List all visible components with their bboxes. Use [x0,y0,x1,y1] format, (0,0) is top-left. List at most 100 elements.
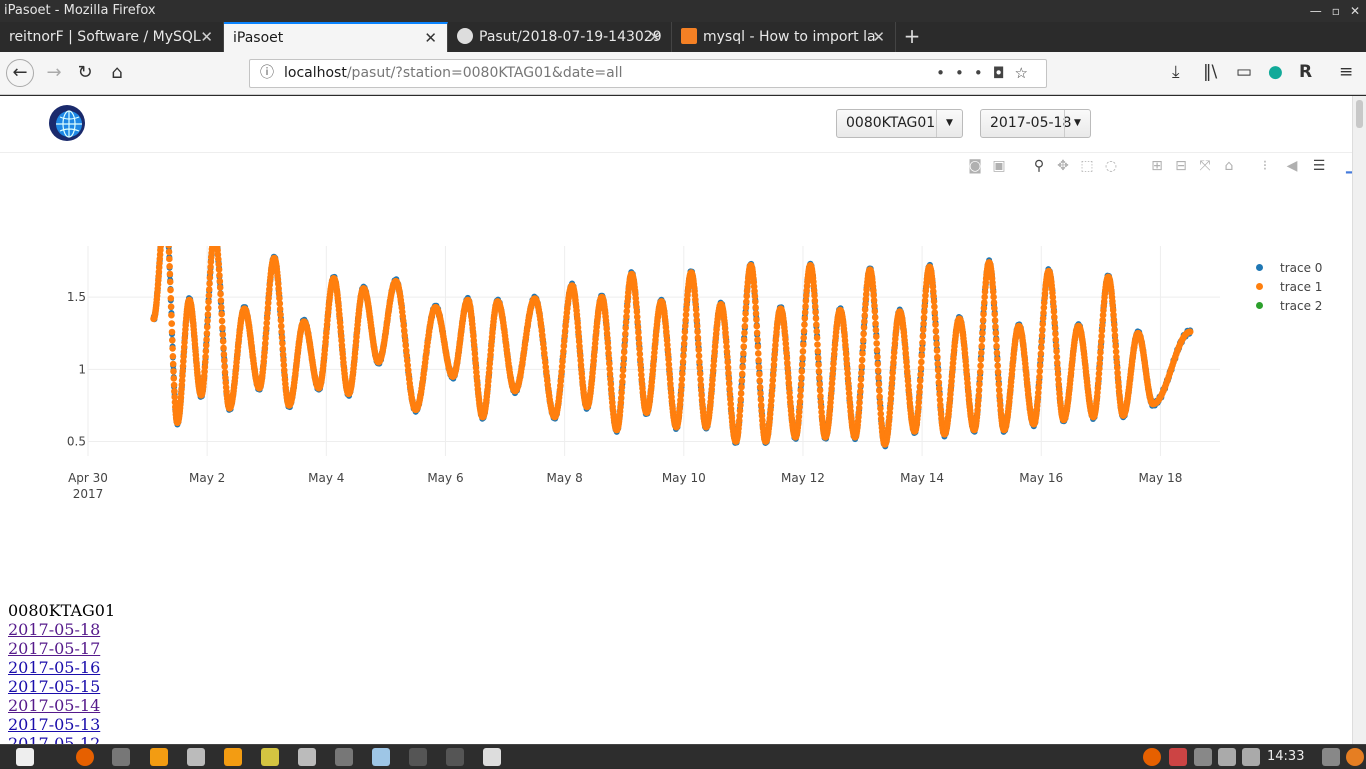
trace-1-point [797,398,804,405]
trace-1-point [936,385,943,392]
url-host: localhost [284,65,347,81]
trace-1-point [621,343,628,350]
trace-1-point [739,377,746,384]
tab-stackoverflow[interactable]: mysql - How to import la ✕ [672,22,896,52]
hover-compare-icon[interactable]: ☰ [1310,157,1328,175]
trace-1-point [918,365,925,372]
forward-button[interactable]: → [40,59,68,87]
trace-1-point [933,328,940,335]
autoscale-icon[interactable]: ⤧ [1196,157,1214,175]
trace-1-point [740,350,747,357]
trace-1-point [860,337,867,344]
trace-1-point [872,308,879,315]
trace-1-point [219,331,226,338]
trace-1-point [872,314,879,321]
reload-button[interactable]: ↻ [71,59,99,87]
tab-reitnorf[interactable]: reitnorF | Software / MySQL ✕ [0,22,224,52]
trace-1-point [218,311,225,318]
tab-close-icon[interactable]: ✕ [648,22,661,52]
trace-1-point [679,365,686,372]
tab-close-icon[interactable]: ✕ [200,22,213,52]
library-icon[interactable]: ‖\ [1203,62,1217,82]
trace-1-point [992,317,999,324]
trace-1-point [980,317,987,324]
trace-1-point [815,348,822,355]
url-bar[interactable]: ⓘ localhost/pasut/?station=0080KTAG01&da… [249,59,1047,88]
trace-1-point [203,342,210,349]
trace-1-point [802,309,809,316]
tab-ipasoet[interactable]: iPasoet ✕ [224,22,448,52]
tab-close-icon[interactable]: ✕ [872,22,885,52]
pocket-icon[interactable]: ◘ [993,64,1015,82]
trace-1-point [994,362,1001,369]
site-info-icon[interactable]: ⓘ [260,60,274,87]
hover-closest-icon[interactable]: ◀ [1280,157,1304,175]
trace-1-point [936,379,943,386]
trace-1-point [680,347,687,354]
sidebar-icon[interactable]: ▭ [1236,62,1252,82]
trace-1-point [994,349,1001,356]
trace-1-point [815,361,822,368]
trace-1-point [743,304,750,311]
reset-axes-icon[interactable]: ⌂ [1220,157,1238,175]
zoom-out-icon[interactable]: ⊟ [1172,157,1190,175]
spike-lines-icon[interactable]: ⁝ [1256,157,1274,175]
pan-icon[interactable]: ✥ [1054,157,1072,175]
maximize-icon[interactable]: ▫ [1332,0,1340,22]
y-tick-label: 1 [78,362,86,376]
trace-1-point [800,341,807,348]
x-tick-label: May 16 [1019,471,1063,485]
trace-1-point [738,390,745,397]
trace-1-point [934,347,941,354]
trace-1-point [976,381,983,388]
trace-1-point [816,368,823,375]
trace-1-point [205,298,212,305]
stackoverflow-icon [681,28,697,44]
downloads-icon[interactable]: ⤓ [1172,62,1180,82]
trace-1-point [739,364,746,371]
trace-1-point [697,365,704,372]
trace-1-point [873,327,880,334]
trace-1-point [978,349,985,356]
bookmark-star-icon[interactable]: ☆ [1015,64,1038,82]
trace-1-point [916,389,923,396]
trace-1-point [980,311,987,318]
save-icon[interactable]: ▣ [990,157,1008,175]
trace-1-point [874,354,881,361]
trace-1-point [756,371,763,378]
trace-1-point [858,363,865,370]
page-actions-menu-icon[interactable]: ••• [936,64,993,82]
tab-github[interactable]: Pasut/2018-07-19-143029 ✕ [448,22,672,52]
close-window-icon[interactable]: ✕ [1350,0,1360,22]
zoom-icon[interactable]: ⚲ [1030,157,1048,175]
camera-icon[interactable]: ◙ [966,157,984,175]
trace-1-point [800,335,807,342]
trace-1-point [861,312,868,319]
trace-1-point [753,310,760,317]
trace-1-point [695,340,702,347]
lasso-icon[interactable]: ◌ [1102,157,1120,175]
trace-1-point [621,349,628,356]
extension-icon[interactable]: ● [1268,62,1283,82]
window-controls: — ▫ ✕ [1310,0,1360,22]
rstudio-extension-icon[interactable]: R [1299,62,1312,82]
trace-1-point [203,336,210,343]
window-titlebar: iPasoet - Mozilla Firefox — ▫ ✕ [0,0,1366,22]
trace-1-point [679,370,686,377]
tide-scatter-chart[interactable]: Apr 30May 2May 4May 6May 8May 10May 12Ma… [0,246,1352,566]
zoom-in-icon[interactable]: ⊞ [1148,157,1166,175]
new-tab-button[interactable]: + [896,22,928,52]
tab-close-icon[interactable]: ✕ [424,24,437,52]
minimize-icon[interactable]: — [1310,0,1322,22]
trace-1-point [170,361,177,368]
box-select-icon[interactable]: ⬚ [1078,157,1096,175]
trace-1-point [917,383,924,390]
tab-strip: reitnorF | Software / MySQL ✕ iPasoet ✕ … [0,22,1366,52]
back-button[interactable]: ← [6,59,34,87]
trace-1-point [168,295,175,302]
home-button[interactable]: ⌂ [103,59,131,87]
hamburger-menu-icon[interactable]: ≡ [1339,62,1353,82]
station-select[interactable]: 0080KTAG01 ▼ [836,109,963,138]
trace-1-point [756,377,763,384]
date-select[interactable]: 2017-05-18 ▼ [980,109,1091,138]
